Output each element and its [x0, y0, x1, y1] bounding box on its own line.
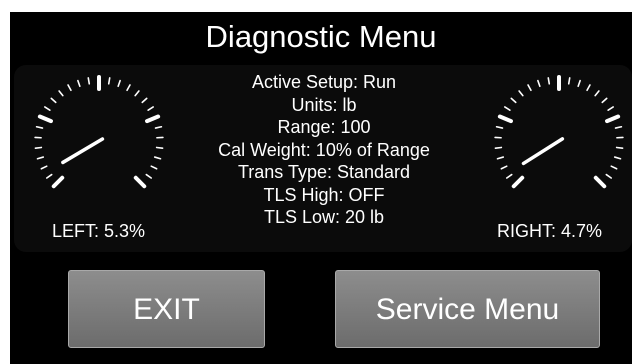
right-gauge-minor-tick [527, 84, 532, 92]
left-gauge-dial [34, 75, 164, 189]
left-gauge-minor-tick [35, 125, 44, 129]
page-title: Diagnostic Menu [205, 19, 437, 54]
left-gauge-minor-tick [154, 125, 163, 129]
left-gauge-minor-tick [87, 77, 91, 85]
info-tls-low: TLS Low: 20 lb [263, 207, 385, 227]
left-gauge-minor-tick [77, 79, 81, 88]
info-tls-high: TLS High: OFF [263, 184, 385, 205]
right-gauge-major-tick [593, 175, 607, 189]
left-gauge-major-tick [145, 114, 161, 124]
left-gauge-minor-tick [45, 173, 53, 179]
left-gauge-minor-tick [50, 97, 57, 104]
right-gauge-label: RIGHT: [497, 221, 557, 241]
info-cal-weight: Cal Weight: 10% of Range [218, 139, 430, 160]
left-gauge-minor-tick [147, 106, 154, 111]
right-gauge-minor-tick [610, 165, 618, 170]
left-gauge-minor-tick [44, 106, 51, 111]
info-range: Range: 100 [277, 117, 371, 137]
left-gauge-minor-tick [40, 165, 48, 170]
right-gauge-minor-tick [586, 84, 591, 92]
left-gauge-minor-tick [134, 90, 140, 97]
diagnostic-screen: Diagnostic Menu Active Setup: Run Units:… [10, 12, 632, 364]
info-active-setup: Active Setup: Run [251, 72, 397, 92]
info-trans-type: Trans Type: Standard [237, 162, 411, 182]
right-gauge-minor-tick [594, 90, 600, 97]
right-gauge-minor-tick [547, 77, 551, 85]
info-units: Units: lb [291, 94, 357, 115]
left-gauge-minor-tick [34, 146, 43, 149]
right-gauge-minor-tick [537, 79, 541, 88]
left-gauge-minor-tick [141, 97, 148, 104]
right-gauge-minor-tick [495, 125, 504, 129]
left-gauge-major-tick [51, 175, 65, 189]
right-gauge-dial [494, 75, 624, 189]
left-gauge-minor-tick [145, 173, 152, 179]
left-gauge-label: LEFT: [52, 221, 100, 241]
right-gauge-minor-tick [494, 146, 503, 149]
right-gauge-minor-tick [518, 90, 524, 97]
right-gauge-major-tick [605, 114, 621, 124]
left-gauge-major-tick [37, 114, 53, 124]
left-gauge-minor-tick [126, 84, 131, 92]
right-gauge [484, 71, 632, 211]
right-gauge-minor-tick [605, 173, 612, 179]
right-gauge-minor-tick [607, 106, 614, 111]
left-gauge-minor-tick [67, 84, 72, 92]
right-gauge-major-tick [511, 175, 525, 189]
service-menu-button[interactable]: Service Menu [335, 270, 600, 348]
right-gauge-minor-tick [500, 165, 508, 170]
right-gauge-minor-tick [601, 97, 608, 104]
right-gauge-minor-tick [577, 79, 581, 88]
left-gauge-minor-tick [155, 146, 164, 149]
left-gauge [24, 71, 174, 211]
exit-button[interactable]: EXIT [68, 270, 265, 348]
right-gauge-needle [521, 137, 565, 166]
right-gauge-readout: RIGHT: 4.7% [497, 220, 602, 242]
left-gauge-readout: LEFT: 5.3% [52, 220, 145, 242]
left-gauge-minor-tick [36, 156, 45, 160]
right-gauge-minor-tick [567, 77, 571, 85]
setup-info: Active Setup: Run Units: lb Range: 100 C… [174, 71, 474, 229]
right-gauge-minor-tick [496, 156, 505, 160]
right-gauge-minor-tick [510, 97, 517, 104]
right-gauge-minor-tick [504, 106, 511, 111]
right-gauge-minor-tick [505, 173, 513, 179]
left-gauge-minor-tick [107, 77, 111, 85]
right-gauge-minor-tick [615, 146, 624, 149]
left-gauge-value: 5.3% [104, 221, 146, 241]
right-gauge-value: 4.7% [561, 221, 603, 241]
diagnostic-panel: Active Setup: Run Units: lb Range: 100 C… [14, 65, 632, 252]
left-gauge-minor-tick [153, 156, 162, 160]
left-gauge-minor-tick [117, 79, 121, 88]
left-gauge-minor-tick [58, 90, 64, 97]
left-gauge-major-tick [133, 175, 147, 189]
right-gauge-minor-tick [614, 125, 623, 129]
right-gauge-minor-tick [613, 156, 622, 160]
left-gauge-needle [61, 137, 105, 165]
right-gauge-major-tick [497, 114, 513, 124]
left-gauge-minor-tick [150, 165, 158, 170]
